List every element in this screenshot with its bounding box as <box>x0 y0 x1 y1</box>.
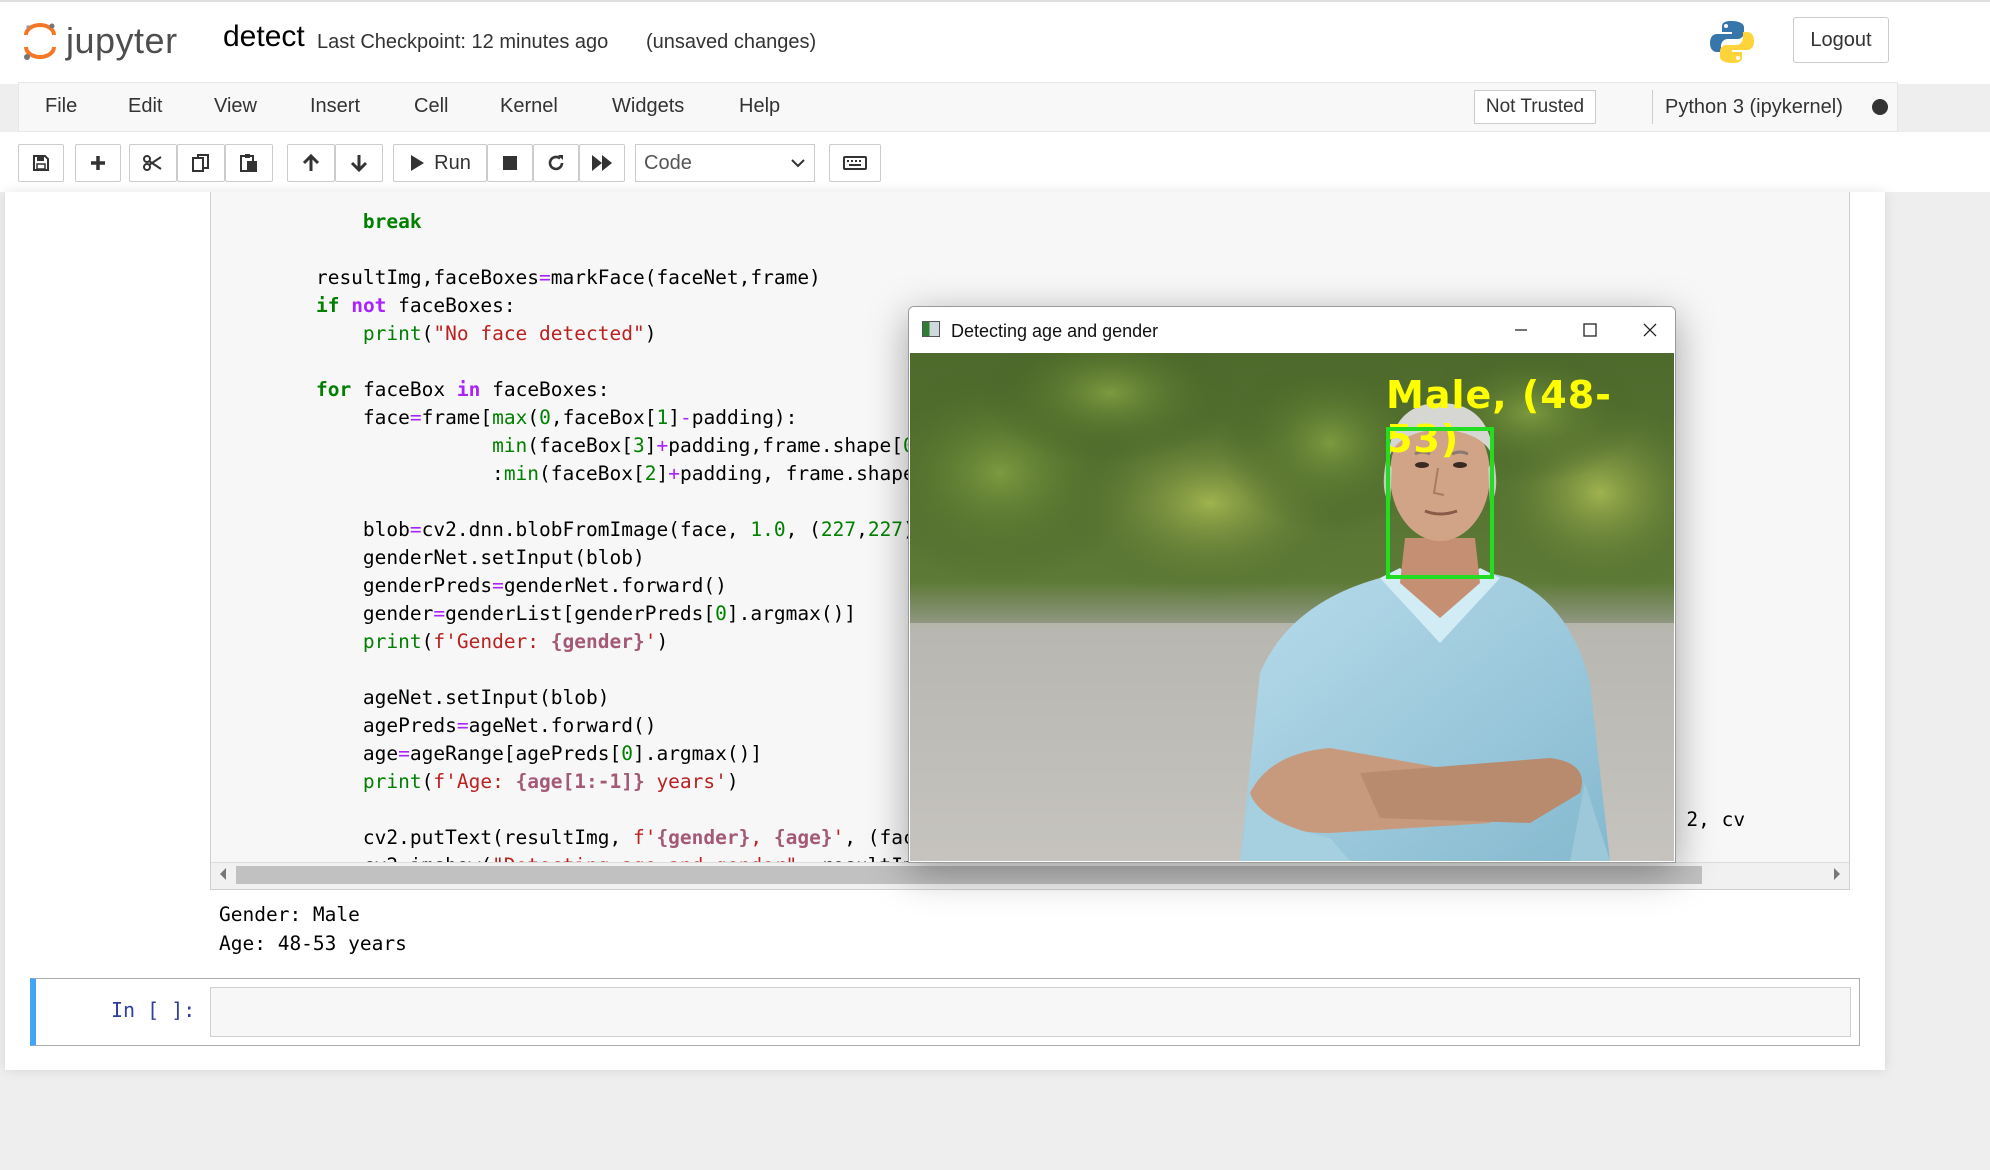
run-icon <box>411 155 425 171</box>
code-line: print(f'Age: {age[1:-1]} years') <box>362 770 739 793</box>
face-bounding-box <box>1386 427 1494 579</box>
code-line: print(f'Gender: {gender}') <box>362 630 669 653</box>
stop-icon <box>503 156 517 170</box>
menu-kernel[interactable]: Kernel <box>500 95 558 118</box>
move-up-button[interactable] <box>287 144 335 182</box>
menu-help[interactable]: Help <box>739 95 780 118</box>
restart-icon <box>548 155 564 171</box>
menu-widgets[interactable]: Widgets <box>612 95 684 118</box>
window-titlebar[interactable]: Detecting age and gender <box>909 307 1675 353</box>
autosave-status: (unsaved changes) <box>646 31 817 53</box>
scrollbar-thumb[interactable] <box>236 866 1702 884</box>
output-line: Age: 48-53 years <box>219 932 407 955</box>
code-editor[interactable]: break resultImg,faceBoxes=markFace(faceN… <box>269 192 915 889</box>
minimize-icon <box>1515 329 1527 331</box>
notebook-name[interactable]: detect <box>223 20 305 54</box>
kernel-divider <box>1652 90 1653 124</box>
cell-input-area[interactable] <box>210 987 1851 1037</box>
cell-type-select[interactable]: Code <box>635 144 815 182</box>
code-line: print("No face detected") <box>362 322 657 345</box>
code-line: min(faceBox[3]+padding,frame.shape[0 <box>492 434 915 457</box>
code-line: cv2.putText(resultImg, f'{gender}, {age}… <box>269 826 915 849</box>
menu-file[interactable]: File <box>45 95 77 118</box>
code-line: age=ageRange[agePreds[0].argmax()] <box>269 742 763 765</box>
checkpoint-status: Last Checkpoint: 12 minutes ago <box>317 31 609 53</box>
window-title: Detecting age and gender <box>951 321 1159 341</box>
cell-output: Gender: Male Age: 48-53 years <box>219 900 407 958</box>
output-line: Gender: Male <box>219 903 360 926</box>
move-down-button[interactable] <box>335 144 383 182</box>
code-line: gender=genderList[genderPreds[0].argmax(… <box>269 602 857 625</box>
detection-window[interactable]: Detecting age and gender Male, (48-53) <box>908 306 1676 863</box>
fast-forward-icon <box>592 155 612 171</box>
plus-icon <box>91 156 105 170</box>
kernel-busy-indicator-icon <box>1872 99 1888 115</box>
scroll-right-icon[interactable] <box>1832 867 1842 886</box>
save-icon <box>33 155 49 171</box>
window-app-icon <box>922 321 940 337</box>
code-line: ageNet.setInput(blob) <box>269 686 610 709</box>
cut-icon <box>143 155 162 171</box>
run-button[interactable]: Run <box>393 144 487 182</box>
cell-type-value: Code <box>644 151 692 174</box>
code-line: genderNet.setInput(blob) <box>269 546 645 569</box>
insert-cell-button[interactable] <box>75 144 121 182</box>
code-line: for faceBox in faceBoxes: <box>315 378 610 401</box>
maximize-icon <box>1583 323 1597 337</box>
maximize-button[interactable] <box>1570 315 1610 345</box>
chevron-down-icon <box>791 159 805 168</box>
kernel-name[interactable]: Python 3 (ipykernel) <box>1665 96 1843 119</box>
interrupt-button[interactable] <box>487 144 533 182</box>
jupyter-logo-text: jupyter <box>66 20 178 61</box>
close-button[interactable] <box>1630 315 1670 345</box>
restart-button[interactable] <box>533 144 579 182</box>
copy-button[interactable] <box>177 144 225 182</box>
menu-view[interactable]: View <box>214 95 257 118</box>
minimize-button[interactable] <box>1501 315 1541 345</box>
code-line: face=frame[max(0,faceBox[1]-padding): <box>269 406 798 429</box>
jupyter-logo-icon <box>24 23 56 60</box>
keyboard-icon <box>843 156 867 170</box>
detection-image: Male, (48-53) <box>910 353 1674 861</box>
paste-icon <box>240 154 257 172</box>
code-line: genderPreds=genderNet.forward() <box>269 574 727 597</box>
jupyter-logo[interactable]: jupyter <box>22 18 178 64</box>
python-logo-icon <box>1708 18 1756 71</box>
input-prompt: In [ ]: <box>111 998 196 1022</box>
trust-status-button[interactable]: Not Trusted <box>1474 90 1596 124</box>
code-line: break <box>362 210 422 233</box>
menu-insert[interactable]: Insert <box>310 95 360 118</box>
arrow-down-icon <box>350 155 368 173</box>
arrow-up-icon <box>302 153 320 171</box>
save-button[interactable] <box>18 144 64 182</box>
close-icon <box>1643 323 1657 337</box>
menu-edit[interactable]: Edit <box>128 95 162 118</box>
code-line: :min(faceBox[2]+padding, frame.shape <box>269 462 915 485</box>
restart-run-all-button[interactable] <box>579 144 625 182</box>
code-line: resultImg,faceBoxes=markFace(faceNet,fra… <box>269 266 821 289</box>
paste-button[interactable] <box>225 144 273 182</box>
menu-cell[interactable]: Cell <box>414 95 448 118</box>
logout-button[interactable]: Logout <box>1793 17 1889 63</box>
code-line: agePreds=ageNet.forward() <box>269 714 657 737</box>
code-line: blob=cv2.dnn.blobFromImage(face, 1.0, (2… <box>269 518 915 541</box>
run-label: Run <box>434 151 471 174</box>
copy-icon <box>192 154 209 172</box>
cut-button[interactable] <box>129 144 177 182</box>
command-palette-button[interactable] <box>829 144 881 182</box>
code-line: if not faceBoxes: <box>315 294 516 317</box>
menubar: File Edit View Insert Cell Kernel Widget… <box>18 82 1898 132</box>
scroll-left-icon[interactable] <box>218 867 228 886</box>
